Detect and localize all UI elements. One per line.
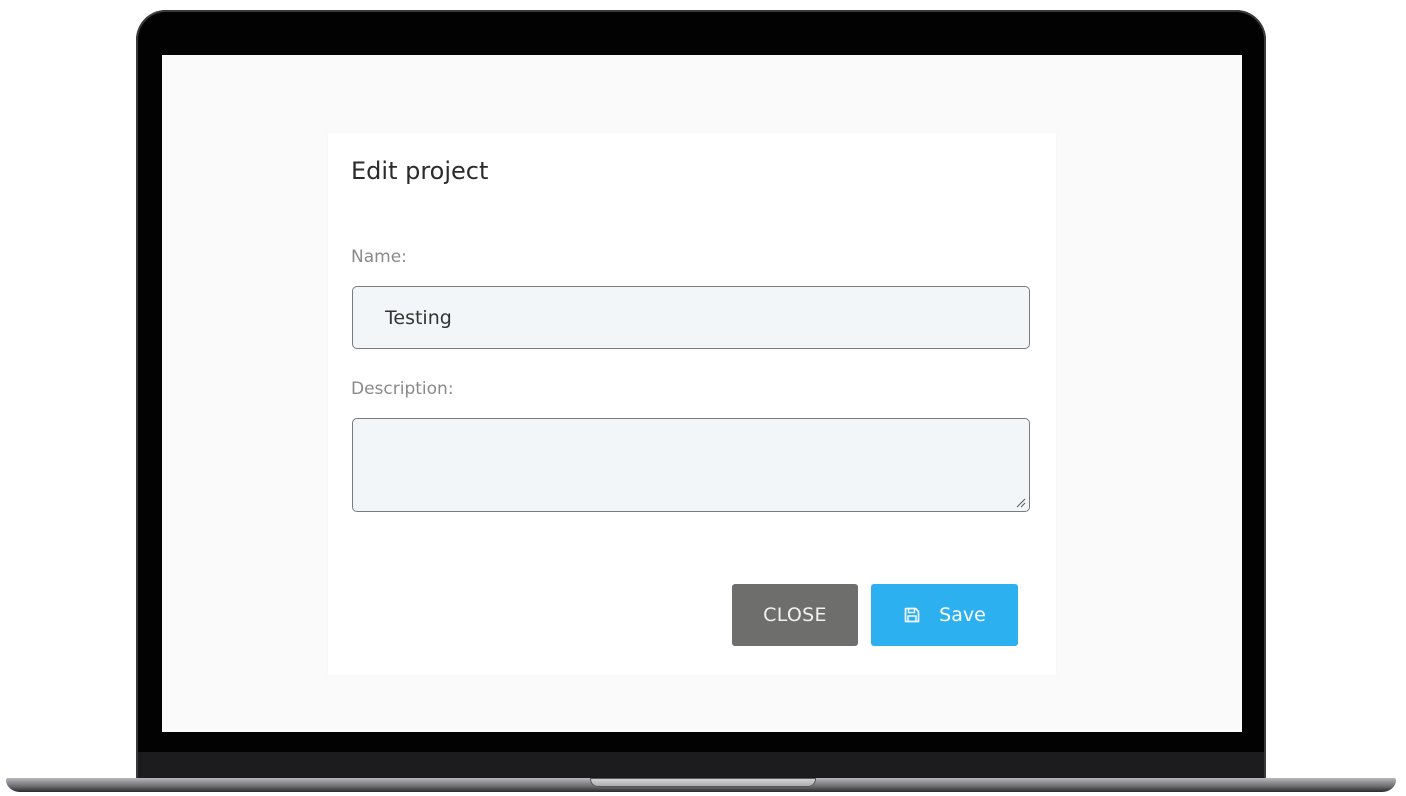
name-input[interactable] [352, 286, 1030, 349]
description-label: Description: [351, 379, 454, 399]
close-button-label: CLOSE [763, 604, 827, 626]
save-button[interactable]: Save [871, 584, 1018, 646]
laptop-chin [138, 752, 1264, 778]
floppy-disk-icon [904, 607, 920, 623]
laptop-mockup: Edit project Name: Description: CLOSE Sa… [0, 0, 1406, 796]
description-textarea[interactable] [352, 418, 1030, 512]
screen: Edit project Name: Description: CLOSE Sa… [162, 55, 1242, 732]
resize-grip-icon[interactable] [1014, 496, 1026, 508]
close-button[interactable]: CLOSE [732, 584, 858, 646]
name-label: Name: [351, 247, 407, 267]
save-button-label: Save [939, 604, 986, 626]
edit-project-modal: Edit project Name: Description: CLOSE Sa… [328, 133, 1056, 675]
laptop-hinge-notch [590, 778, 816, 787]
modal-title: Edit project [351, 157, 489, 185]
